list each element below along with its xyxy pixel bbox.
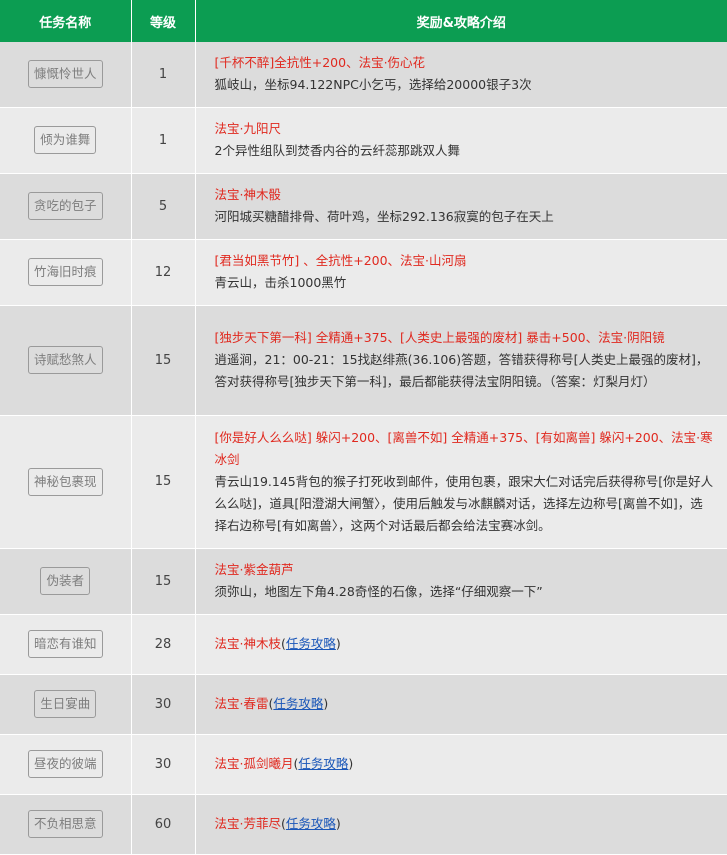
table-row: 诗赋愁煞人 15 [独步天下第一科] 全精通+375、[人类史上最强的废材] 暴… <box>0 305 727 416</box>
quest-level: 15 <box>131 548 196 615</box>
reward-text: 法宝·神木枝 <box>214 636 281 651</box>
table-row: 昼夜的彼端 30 法宝·孤剑曦月(任务攻略) <box>0 734 727 795</box>
reward-text: [你是好人么么哒] 躲闪+200、[离兽不如] 全精通+375、[有如离兽] 躲… <box>214 429 713 467</box>
guide-link[interactable]: 任务攻略 <box>286 636 336 651</box>
table-row: 伪装者 15 法宝·紫金葫芦须弥山，地图左下角4.28奇怪的石像，选择“仔细观察… <box>0 548 727 615</box>
table-row: 竹海旧时痕 12 [君当如黑节竹] 、全抗性+200、法宝·山河扇 青云山，击杀1… <box>0 239 727 306</box>
quest-level: 30 <box>131 674 196 735</box>
guide-text: 河阳城买糖醋排骨、荷叶鸡，坐标292.136寂寞的包子在天上 <box>214 209 554 224</box>
quest-name-badge: 竹海旧时痕 <box>27 258 103 286</box>
header-level: 等级 <box>131 0 196 42</box>
table-row: 暗恋有谁知 28 法宝·神木枝(任务攻略) <box>0 614 727 675</box>
guide-link[interactable]: 任务攻略 <box>298 756 348 771</box>
reward-text: [君当如黑节竹] 、全抗性+200、法宝·山河扇 <box>214 253 467 268</box>
guide-text: 青云山19.145背包的猴子打死收到邮件，使用包裹，跟宋大仁对话完后获得称号[你… <box>214 473 714 533</box>
quest-level: 60 <box>131 794 196 855</box>
quest-level: 15 <box>131 305 196 416</box>
quest-table: 任务名称 等级 奖励&攻略介绍 慷慨怜世人 1 [千杯不醉]全抗性+200、法宝… <box>0 0 727 855</box>
quest-level: 12 <box>131 239 196 306</box>
reward-text: 法宝·孤剑曦月 <box>214 756 294 771</box>
quest-level: 1 <box>131 107 196 174</box>
guide-link[interactable]: 任务攻略 <box>273 696 323 711</box>
quest-name-badge: 昼夜的彼端 <box>27 750 103 778</box>
guide-text: 青云山，击杀1000黑竹 <box>214 275 347 290</box>
quest-level: 15 <box>131 415 196 549</box>
reward-text: 法宝·紫金葫芦 <box>214 562 294 577</box>
quest-level: 30 <box>131 734 196 795</box>
table-row: 贪吃的包子 5 法宝·神木骰河阳城买糖醋排骨、荷叶鸡，坐标292.136寂寞的包… <box>0 173 727 240</box>
table-row: 倾为谁舞 1 法宝·九阳尺 2个异性组队到焚香内谷的云纤蕊那跳双人舞 <box>0 107 727 174</box>
quest-name-badge: 暗恋有谁知 <box>27 630 103 658</box>
guide-text: 狐岐山，坐标94.122NPC小乞丐，选择给20000银子3次 <box>214 77 532 93</box>
quest-name-badge: 伪装者 <box>40 567 90 595</box>
table-row: 神秘包裹现 15 [你是好人么么哒] 躲闪+200、[离兽不如] 全精通+375… <box>0 415 727 549</box>
quest-name-badge: 贪吃的包子 <box>27 192 103 220</box>
table-row: 生日宴曲 30 法宝·春雷(任务攻略) <box>0 674 727 735</box>
guide-text: 2个异性组队到焚香内谷的云纤蕊那跳双人舞 <box>214 143 460 158</box>
table-row: 慷慨怜世人 1 [千杯不醉]全抗性+200、法宝·伤心花狐岐山，坐标94.122… <box>0 42 727 108</box>
quest-name-badge: 生日宴曲 <box>34 690 97 718</box>
guide-text: 逍遥涧，21：00-21：15找赵绯燕(36.106)答题，答错获得称号[人类史… <box>214 352 709 389</box>
quest-level: 1 <box>131 42 196 108</box>
quest-level: 28 <box>131 614 196 675</box>
reward-text: [独步天下第一科] 全精通+375、[人类史上最强的废材] 暴击+500、法宝·… <box>214 330 665 345</box>
header-reward-guide: 奖励&攻略介绍 <box>195 0 727 42</box>
reward-text: 法宝·春雷 <box>214 696 269 711</box>
table-header: 任务名称 等级 奖励&攻略介绍 <box>0 0 727 42</box>
quest-name-badge: 诗赋愁煞人 <box>27 346 103 374</box>
quest-name-badge: 神秘包裹现 <box>27 467 103 496</box>
reward-text: 法宝·芳菲尽 <box>214 816 281 831</box>
quest-level: 5 <box>131 173 196 240</box>
reward-text: 法宝·九阳尺 <box>214 121 281 136</box>
guide-link[interactable]: 任务攻略 <box>286 816 336 831</box>
reward-text: [千杯不醉]全抗性+200、法宝·伤心花 <box>214 55 426 71</box>
table-row: 不负相思意 60 法宝·芳菲尽(任务攻略) <box>0 794 727 855</box>
guide-text: 须弥山，地图左下角4.28奇怪的石像，选择“仔细观察一下” <box>214 584 543 599</box>
quest-name-badge: 不负相思意 <box>27 810 103 838</box>
quest-name-badge: 慷慨怜世人 <box>27 60 103 89</box>
quest-name-badge: 倾为谁舞 <box>34 126 97 154</box>
header-quest-name: 任务名称 <box>0 0 132 42</box>
reward-text: 法宝·神木骰 <box>214 187 281 202</box>
